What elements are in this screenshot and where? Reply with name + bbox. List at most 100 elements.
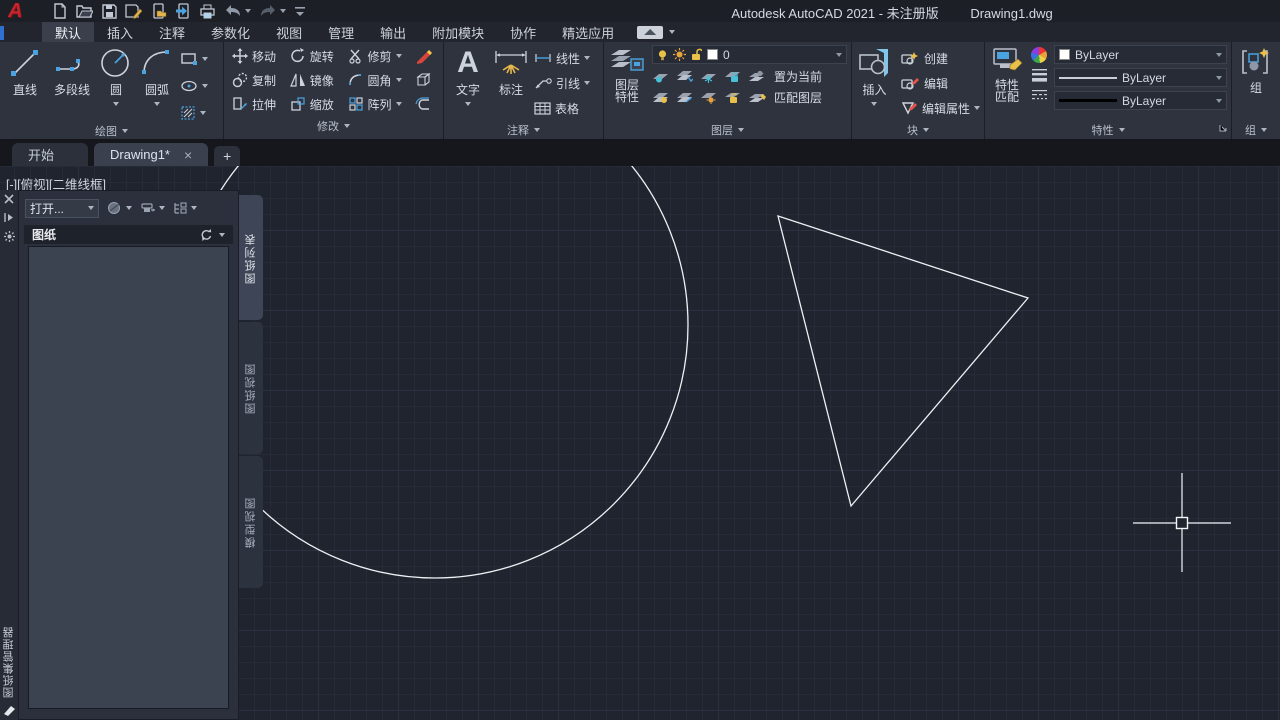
move-button[interactable]: 移动 bbox=[232, 46, 280, 66]
mirror-button[interactable]: 镜像 bbox=[290, 70, 338, 90]
line-button[interactable]: 直线 bbox=[4, 45, 46, 123]
scale-button[interactable]: 缩放 bbox=[290, 94, 338, 114]
table-button[interactable]: 表格 bbox=[534, 98, 590, 118]
offset-button[interactable] bbox=[415, 94, 437, 114]
linetype-combo[interactable]: ByLayer bbox=[1054, 91, 1227, 110]
new-drawing-tab-button[interactable]: + bbox=[214, 146, 240, 166]
save-as-button[interactable] bbox=[125, 2, 143, 20]
tab-collaborate[interactable]: 协作 bbox=[497, 22, 549, 42]
group-button[interactable]: 组 bbox=[1236, 45, 1276, 120]
tab-default[interactable]: 默认 bbox=[42, 22, 94, 42]
palette-grip-icon[interactable] bbox=[3, 704, 16, 716]
undo-button[interactable] bbox=[224, 2, 251, 20]
layer-on-icon[interactable] bbox=[652, 91, 669, 104]
set-current-button[interactable]: 置为当前 bbox=[774, 68, 822, 85]
match-layer-button[interactable]: 匹配图层 bbox=[774, 89, 822, 106]
layer-thaw-icon[interactable] bbox=[700, 91, 717, 104]
layer-unisolate-icon[interactable] bbox=[676, 91, 693, 104]
linetype-icon[interactable] bbox=[1031, 87, 1048, 103]
layer-freeze-icon[interactable] bbox=[700, 70, 717, 83]
plot-button[interactable] bbox=[199, 2, 216, 20]
color-wheel-icon[interactable] bbox=[1031, 47, 1047, 63]
insert-dropdown-icon[interactable] bbox=[871, 102, 877, 106]
tab-model-views[interactable]: 模型视图 bbox=[239, 456, 263, 588]
tab-insert[interactable]: 插入 bbox=[94, 22, 146, 42]
edit-attributes-button[interactable]: 编辑属性 bbox=[901, 98, 980, 118]
details-dropdown-icon[interactable] bbox=[191, 206, 197, 210]
publish-button[interactable] bbox=[140, 201, 165, 215]
layer-combo-dropdown-icon[interactable] bbox=[836, 53, 842, 57]
layer-properties-button[interactable]: 图层 特性 bbox=[608, 45, 646, 120]
tab-sheet-list[interactable]: 图纸列表 bbox=[239, 195, 263, 320]
circle-button[interactable]: 圆 bbox=[98, 45, 134, 123]
rectangle-dropdown-icon[interactable] bbox=[202, 57, 208, 61]
properties-dialog-launcher-icon[interactable] bbox=[1219, 123, 1227, 135]
layer-unlock-icon[interactable] bbox=[724, 91, 741, 104]
layer-select-combo[interactable]: 0 bbox=[652, 45, 847, 64]
linear-dim-button[interactable]: 线性 bbox=[534, 48, 590, 68]
tab-annotate[interactable]: 注释 bbox=[146, 22, 198, 42]
new-file-button[interactable] bbox=[52, 2, 68, 20]
save-button[interactable] bbox=[101, 2, 117, 20]
copy-button[interactable]: 复制 bbox=[232, 70, 280, 90]
palette-autohide-icon[interactable] bbox=[4, 212, 14, 223]
linetype-combo-dropdown-icon[interactable] bbox=[1216, 99, 1222, 103]
trim-button[interactable]: 修剪 bbox=[348, 46, 406, 66]
rectangle-button[interactable] bbox=[180, 49, 208, 69]
open-combo-dropdown-icon[interactable] bbox=[88, 206, 94, 210]
redo-button[interactable] bbox=[259, 2, 286, 20]
create-block-button[interactable]: 创建 bbox=[901, 48, 980, 68]
insert-block-button[interactable]: 插入 bbox=[856, 45, 893, 120]
sheet-details-button[interactable] bbox=[173, 201, 197, 215]
qat-customize-button[interactable] bbox=[294, 2, 306, 20]
publish-dropdown-icon[interactable] bbox=[159, 206, 165, 210]
ellipse-button[interactable] bbox=[180, 76, 208, 96]
panel-label-annotation[interactable]: 注释 bbox=[444, 120, 603, 139]
array-dropdown-icon[interactable] bbox=[396, 102, 402, 106]
arc-dropdown-icon[interactable] bbox=[154, 102, 160, 106]
sheets-header-dropdown-icon[interactable] bbox=[219, 233, 225, 237]
trim-dropdown-icon[interactable] bbox=[396, 54, 402, 58]
panel-label-modify[interactable]: 修改 bbox=[224, 116, 443, 135]
file-tab-drawing1[interactable]: Drawing1* × bbox=[94, 143, 208, 166]
refresh-icon[interactable] bbox=[200, 229, 213, 241]
leader-dropdown-icon[interactable] bbox=[584, 81, 590, 85]
panel-label-layers[interactable]: 图层 bbox=[604, 120, 851, 139]
hatch-button[interactable] bbox=[180, 103, 208, 123]
tab-parametric[interactable]: 参数化 bbox=[198, 22, 263, 42]
linear-dropdown-icon[interactable] bbox=[584, 56, 590, 60]
text-dropdown-icon[interactable] bbox=[465, 102, 471, 106]
stretch-button[interactable]: 拉伸 bbox=[232, 94, 280, 114]
drawing-canvas[interactable]: [-][俯视][二维线框] 图纸集管理器 bbox=[0, 166, 1280, 720]
rotate-button[interactable]: 旋转 bbox=[290, 46, 338, 66]
hatch-dropdown-icon[interactable] bbox=[200, 111, 206, 115]
arc-button[interactable]: 圆弧 bbox=[134, 45, 180, 123]
dimension-button[interactable]: 标注 bbox=[488, 45, 534, 120]
explode-button[interactable] bbox=[415, 70, 437, 90]
etransmit-dropdown-icon[interactable] bbox=[126, 206, 132, 210]
fillet-button[interactable]: 圆角 bbox=[348, 70, 406, 90]
lineweight-combo-dropdown-icon[interactable] bbox=[1216, 76, 1222, 80]
layer-lock-icon[interactable] bbox=[724, 70, 741, 83]
edit-block-button[interactable]: 编辑 bbox=[901, 73, 980, 93]
panel-label-block[interactable]: 块 bbox=[852, 120, 984, 139]
erase-button[interactable] bbox=[415, 46, 437, 66]
layer-isolate-icon[interactable] bbox=[676, 70, 693, 83]
leader-button[interactable]: 引线 bbox=[534, 73, 590, 93]
autocad-logo-icon[interactable]: A bbox=[8, 0, 22, 22]
tab-addins[interactable]: 附加模块 bbox=[419, 22, 497, 42]
ellipse-dropdown-icon[interactable] bbox=[202, 84, 208, 88]
array-button[interactable]: 阵列 bbox=[348, 94, 406, 114]
match-properties-button[interactable]: 特性 匹配 bbox=[989, 45, 1025, 120]
ribbon-minimize-dropdown-icon[interactable] bbox=[669, 30, 675, 34]
open-from-mobile-button[interactable] bbox=[151, 2, 167, 20]
tab-sheet-views[interactable]: 图纸视图 bbox=[239, 322, 263, 454]
text-button[interactable]: A 文字 bbox=[448, 45, 488, 120]
ribbon-minimize-button[interactable] bbox=[637, 26, 663, 39]
sheetset-open-combo[interactable]: 打开... bbox=[25, 199, 99, 218]
layer-off-icon[interactable] bbox=[652, 70, 669, 83]
polyline-button[interactable]: 多段线 bbox=[46, 45, 98, 123]
file-tab-start[interactable]: 开始 bbox=[12, 143, 88, 166]
color-combo-dropdown-icon[interactable] bbox=[1216, 53, 1222, 57]
panel-label-group[interactable]: 组 bbox=[1232, 120, 1280, 139]
